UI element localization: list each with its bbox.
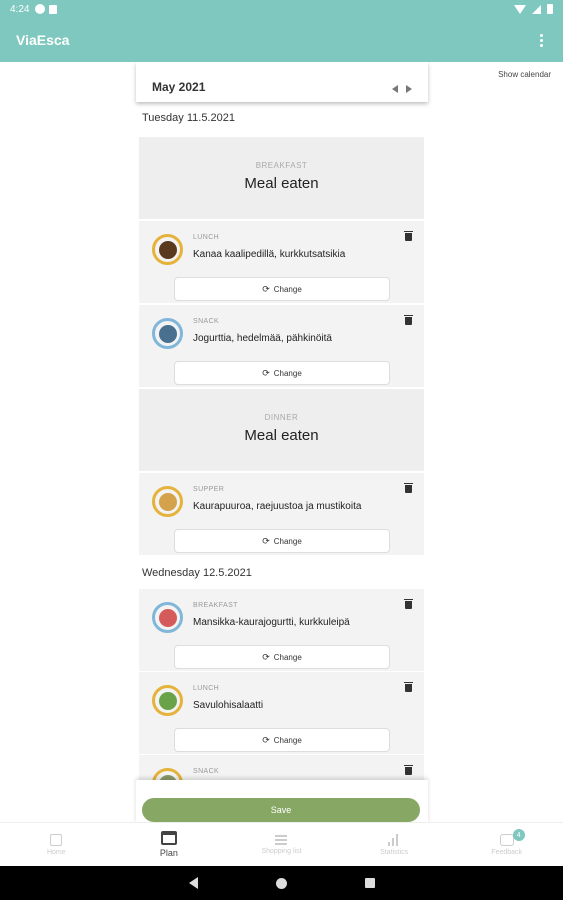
meal-image [152,486,183,517]
meal-card: LUNCH Savulohisalaatti ⟳ Change [139,672,424,754]
month-label: May 2021 [152,80,206,94]
back-icon[interactable] [188,877,198,889]
nav-label: Statistics [380,848,409,856]
chat-icon [499,833,514,846]
refresh-icon: ⟳ [262,367,270,378]
meal-eaten-card: DINNER Meal eaten [139,389,424,471]
meal-eaten-label: Meal eaten [244,427,319,444]
app-bar: ViaEsca [0,18,563,62]
list-icon [275,834,288,845]
nav-home[interactable]: Home [0,823,113,866]
delete-icon[interactable] [404,315,413,325]
meal-type: SNACK [193,318,220,325]
nav-shopping-list[interactable]: Shopping list [225,823,338,866]
stats-icon [388,833,400,846]
delete-icon[interactable] [404,682,413,692]
meal-image [152,234,183,265]
meal-card: LUNCH Kanaa kaalipedillä, kurkkutsatsiki… [139,221,424,303]
nav-label: Feedback [491,848,523,856]
show-calendar-link[interactable]: Show calendar [498,70,551,79]
meal-type: DINNER [264,413,299,422]
meal-type: SNACK [193,768,220,775]
refresh-icon: ⟳ [262,734,270,745]
meal-image [152,602,183,633]
refresh-icon: ⟳ [262,283,270,294]
previous-month-icon[interactable] [392,85,398,93]
day-label: Wednesday 12.5.2021 [142,567,252,579]
meal-card: SNACK Jogurttia, hedelmää, pähkinöitä ⟳ … [139,305,424,387]
nav-label: Plan [159,848,178,858]
meal-type: SUPPER [193,486,225,493]
change-button[interactable]: ⟳ Change [174,529,390,553]
meal-eaten-card: BREAKFAST Meal eaten [139,137,424,219]
delete-icon[interactable] [404,483,413,493]
change-label: Change [273,368,302,378]
change-label: Change [273,735,302,745]
meal-type: LUNCH [193,234,220,241]
delete-icon[interactable] [404,599,413,609]
battery-icon [547,4,553,14]
meal-name: Kanaa kaalipedillä, kurkkutsatsikia [193,249,346,260]
nav-plan[interactable]: Plan [113,823,226,866]
nav-feedback[interactable]: 4 Feedback [450,823,563,866]
delete-icon[interactable] [404,231,413,241]
change-button[interactable]: ⟳ Change [174,361,390,385]
change-label: Change [273,536,302,546]
meal-name: Kaurapuuroa, raejuustoa ja mustikoita [193,501,362,512]
change-button[interactable]: ⟳ Change [174,277,390,301]
meal-type: LUNCH [193,685,220,692]
feedback-badge: 4 [512,829,525,841]
meal-type: BREAKFAST [193,602,238,609]
save-panel: Save [136,780,428,824]
nav-label: Shopping list [261,847,302,855]
recents-icon[interactable] [364,878,375,888]
next-month-icon[interactable] [406,85,412,93]
delete-icon[interactable] [404,765,413,775]
day-label: Tuesday 11.5.2021 [142,112,235,124]
status-bar: 4:24 [0,0,563,18]
meal-image [152,318,183,349]
refresh-icon: ⟳ [262,535,270,546]
meal-name: Mansikka-kaurajogurtti, kurkkuleipä [193,617,350,628]
status-time: 4:24 [10,3,30,15]
wifi-icon [514,4,526,14]
meal-image [152,685,183,716]
overflow-menu-icon[interactable] [536,30,547,51]
save-button[interactable]: Save [142,798,420,822]
meal-name: Jogurttia, hedelmää, pähkinöitä [193,333,332,344]
meal-eaten-label: Meal eaten [244,175,319,192]
month-selector: May 2021 [136,62,428,102]
refresh-icon: ⟳ [262,651,270,662]
change-label: Change [273,652,302,662]
signal-icon [532,4,541,14]
system-navigation-bar [0,866,563,900]
nav-label: Home [46,848,66,856]
sim-icon [49,4,58,14]
app-title: ViaEsca [16,32,70,48]
home-icon [50,833,63,846]
bottom-navigation: Home Plan Shopping list Statistics 4 Fee… [0,822,563,866]
change-button[interactable]: ⟳ Change [174,728,390,752]
change-button[interactable]: ⟳ Change [174,645,390,669]
notification-icon [35,4,46,14]
plan-content[interactable]: May 2021 Show calendar Tuesday 11.5.2021… [0,62,563,822]
meal-type: BREAKFAST [255,161,308,170]
meal-card: BREAKFAST Mansikka-kaurajogurtti, kurkku… [139,589,424,671]
meal-card: SUPPER Kaurapuuroa, raejuustoa ja mustik… [139,473,424,555]
nav-statistics[interactable]: Statistics [338,823,451,866]
calendar-icon [160,831,177,845]
meal-name: Savulohisalaatti [193,700,264,711]
change-label: Change [273,284,302,294]
home-button-icon[interactable] [275,877,287,889]
